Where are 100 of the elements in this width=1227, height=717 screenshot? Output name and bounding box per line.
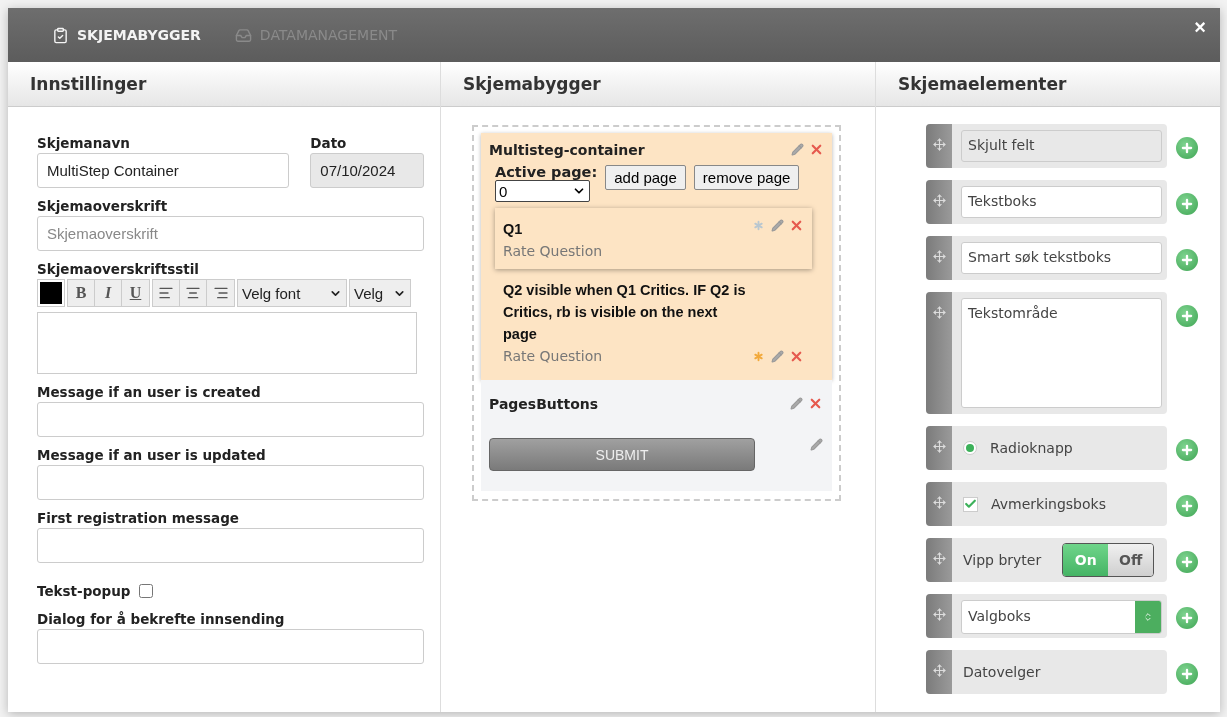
size-select[interactable]: Velg bbox=[349, 279, 411, 307]
plus-icon bbox=[1180, 555, 1194, 569]
tab[interactable]: SKJEMABYGGER bbox=[52, 26, 201, 44]
page-select[interactable]: 0 bbox=[495, 180, 590, 202]
add-button[interactable] bbox=[1176, 607, 1198, 629]
field-label: Skjemaoverskriftsstil bbox=[37, 261, 200, 277]
text-input[interactable] bbox=[37, 465, 424, 500]
delete-icon[interactable] bbox=[809, 142, 824, 157]
move-icon[interactable] bbox=[932, 250, 946, 263]
plus-icon bbox=[1180, 499, 1194, 513]
field-label: Skjemanavn bbox=[37, 135, 131, 151]
plus-icon bbox=[1180, 253, 1194, 267]
add-button[interactable] bbox=[1176, 305, 1198, 327]
hidden-field-element: Skjult felt bbox=[961, 130, 1162, 162]
select-arrows-button[interactable] bbox=[1135, 601, 1161, 633]
column-title: Skjemaelementer bbox=[898, 74, 1067, 94]
question-title: Q2 visible when Q1 Critics. IF Q2 is Critics, rb is visible on the next page bbox=[503, 281, 747, 344]
text-input[interactable]: Skjemaoverskrift bbox=[37, 216, 424, 251]
question-type: Rate Question bbox=[503, 348, 604, 364]
toggle-on-label: On bbox=[1063, 544, 1109, 576]
field-label: Message if an user is updated bbox=[37, 447, 267, 463]
field-label: Skjemaoverskrift bbox=[37, 198, 169, 214]
clipboard-icon bbox=[52, 26, 69, 44]
style-textarea[interactable] bbox=[37, 312, 417, 374]
pencil-icon[interactable] bbox=[810, 438, 823, 451]
move-icon[interactable] bbox=[932, 608, 946, 621]
add-button[interactable] bbox=[1176, 495, 1198, 517]
plus-icon bbox=[1180, 667, 1194, 681]
container-title: Multisteg-container bbox=[489, 142, 645, 158]
field-label: Message if an user is created bbox=[37, 384, 262, 400]
field-label: Dialog for å bekrefte innsending bbox=[37, 611, 286, 627]
question-card[interactable]: Q1 Rate Question bbox=[495, 208, 812, 269]
close-button[interactable]: × bbox=[1194, 16, 1206, 39]
plus-icon bbox=[1180, 197, 1194, 211]
textarea-element: Tekstområde bbox=[961, 298, 1162, 408]
pencil-icon[interactable] bbox=[790, 397, 803, 410]
add-button[interactable] bbox=[1176, 193, 1198, 215]
field-label: Tekst-popup bbox=[37, 583, 131, 599]
element-label: Radioknapp bbox=[990, 440, 1073, 456]
element-label: Datovelger bbox=[963, 664, 1041, 680]
element-label: Avmerkingsboks bbox=[991, 496, 1106, 512]
pencil-icon[interactable] bbox=[771, 350, 784, 363]
form-element-item[interactable]: Tekstboks bbox=[926, 180, 1167, 224]
add-button[interactable] bbox=[1176, 249, 1198, 271]
pencil-icon[interactable] bbox=[791, 143, 804, 156]
checkbox[interactable] bbox=[138, 584, 153, 598]
delete-icon[interactable] bbox=[789, 218, 804, 233]
align-center-icon bbox=[185, 285, 201, 301]
section-title: PagesButtons bbox=[489, 396, 599, 412]
plus-icon bbox=[1180, 611, 1194, 625]
text-input[interactable] bbox=[37, 629, 424, 664]
delete-icon[interactable] bbox=[808, 396, 823, 411]
font-select[interactable]: Velg font bbox=[237, 279, 347, 307]
column-title: Innstillinger bbox=[30, 74, 147, 94]
toggle-off-label: Off bbox=[1108, 544, 1154, 576]
element-label: Vipp bryter bbox=[963, 552, 1042, 568]
field-label: Dato bbox=[310, 135, 348, 151]
remove-page-button[interactable]: remove page bbox=[693, 165, 800, 190]
add-page-button[interactable]: add page bbox=[605, 165, 686, 190]
column-title: Skjemabygger bbox=[463, 74, 601, 94]
move-icon[interactable] bbox=[932, 194, 946, 207]
text-input[interactable] bbox=[37, 528, 424, 563]
add-button[interactable] bbox=[1176, 663, 1198, 685]
text-input[interactable]: MultiStep Container bbox=[37, 153, 290, 188]
question-type: Rate Question bbox=[503, 243, 603, 259]
form-element-item[interactable]: Radioknapp bbox=[926, 426, 1167, 470]
form-element-item[interactable]: Vipp bryter On Off bbox=[926, 538, 1167, 582]
move-icon[interactable] bbox=[932, 440, 946, 453]
text-input[interactable] bbox=[37, 402, 424, 437]
star-icon[interactable] bbox=[751, 349, 766, 364]
textbox-element: Smart søk tekstboks bbox=[961, 242, 1162, 274]
form-element-item[interactable]: Tekstområde bbox=[926, 292, 1167, 414]
plus-icon bbox=[1180, 309, 1194, 323]
star-icon[interactable] bbox=[751, 218, 766, 233]
delete-icon[interactable] bbox=[789, 349, 804, 364]
select-element: Valgboks bbox=[961, 600, 1162, 634]
question-card[interactable]: Q2 visible when Q1 Critics. IF Q2 is Critics, rb is visible on the next page Rate Question bbox=[495, 269, 812, 374]
color-picker[interactable] bbox=[37, 279, 65, 307]
form-element-item[interactable]: Avmerkingsboks bbox=[926, 482, 1167, 526]
form-element-item[interactable]: Skjult felt bbox=[926, 124, 1167, 168]
form-element-item[interactable]: Datovelger bbox=[926, 650, 1167, 694]
plus-icon bbox=[1180, 443, 1194, 457]
field-label: First registration message bbox=[37, 510, 240, 526]
move-icon[interactable] bbox=[932, 664, 946, 677]
active-page-label: Active page: bbox=[495, 164, 598, 180]
textbox-element: Tekstboks bbox=[961, 186, 1162, 218]
add-button[interactable] bbox=[1176, 551, 1198, 573]
add-button[interactable] bbox=[1176, 439, 1198, 461]
form-element-item[interactable]: Smart søk tekstboks bbox=[926, 236, 1167, 280]
form-element-item[interactable]: Valgboks bbox=[926, 594, 1167, 638]
align-right-icon bbox=[212, 285, 229, 301]
question-title: Q1 bbox=[503, 220, 524, 239]
add-button[interactable] bbox=[1176, 137, 1198, 159]
move-icon[interactable] bbox=[932, 552, 946, 565]
move-icon[interactable] bbox=[932, 496, 946, 509]
move-icon[interactable] bbox=[932, 138, 946, 151]
tray-icon bbox=[234, 26, 252, 44]
move-icon[interactable] bbox=[932, 306, 946, 319]
pencil-icon[interactable] bbox=[771, 219, 784, 232]
up-down-arrows-icon bbox=[1143, 612, 1153, 622]
